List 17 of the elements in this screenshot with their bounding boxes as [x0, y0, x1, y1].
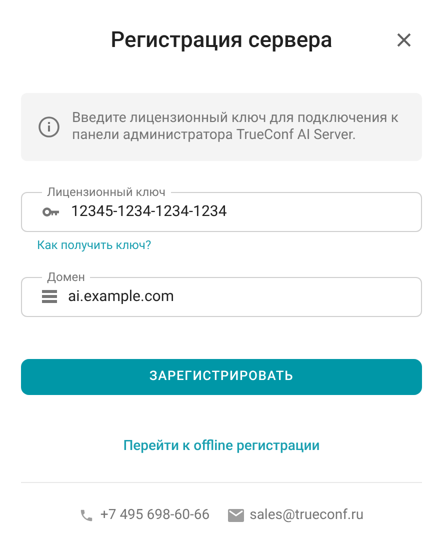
field-input[interactable]: 12345-1234-1234-1234: [71, 200, 411, 223]
field-input[interactable]: ai.example.com: [68, 285, 411, 308]
contact-text: sales@trueconf.ru: [250, 506, 364, 525]
mail-icon: [228, 509, 244, 522]
field-label: Домен: [46, 270, 86, 284]
contact-text: +7 495 698-60-66: [100, 506, 210, 525]
text-field[interactable]: Лицензионный ключ 12345-1234-1234-1234: [21, 185, 422, 232]
register-button[interactable]: ЗАРЕГИСТРИРОВАТЬ: [21, 359, 422, 395]
phone-icon: [79, 508, 94, 523]
key-icon: [42, 206, 60, 216]
text-field[interactable]: Домен ai.example.com: [21, 270, 422, 317]
info-text: Введите лицензионный ключ для подключения к панели администратора TrueConf AI Server.: [72, 110, 400, 144]
dialog-title: Регистрация сервера: [110, 26, 332, 54]
close-icon: [397, 33, 411, 47]
field-label: Лицензионный ключ: [46, 185, 166, 199]
server-icon: [42, 290, 57, 303]
info-icon: [38, 116, 60, 138]
